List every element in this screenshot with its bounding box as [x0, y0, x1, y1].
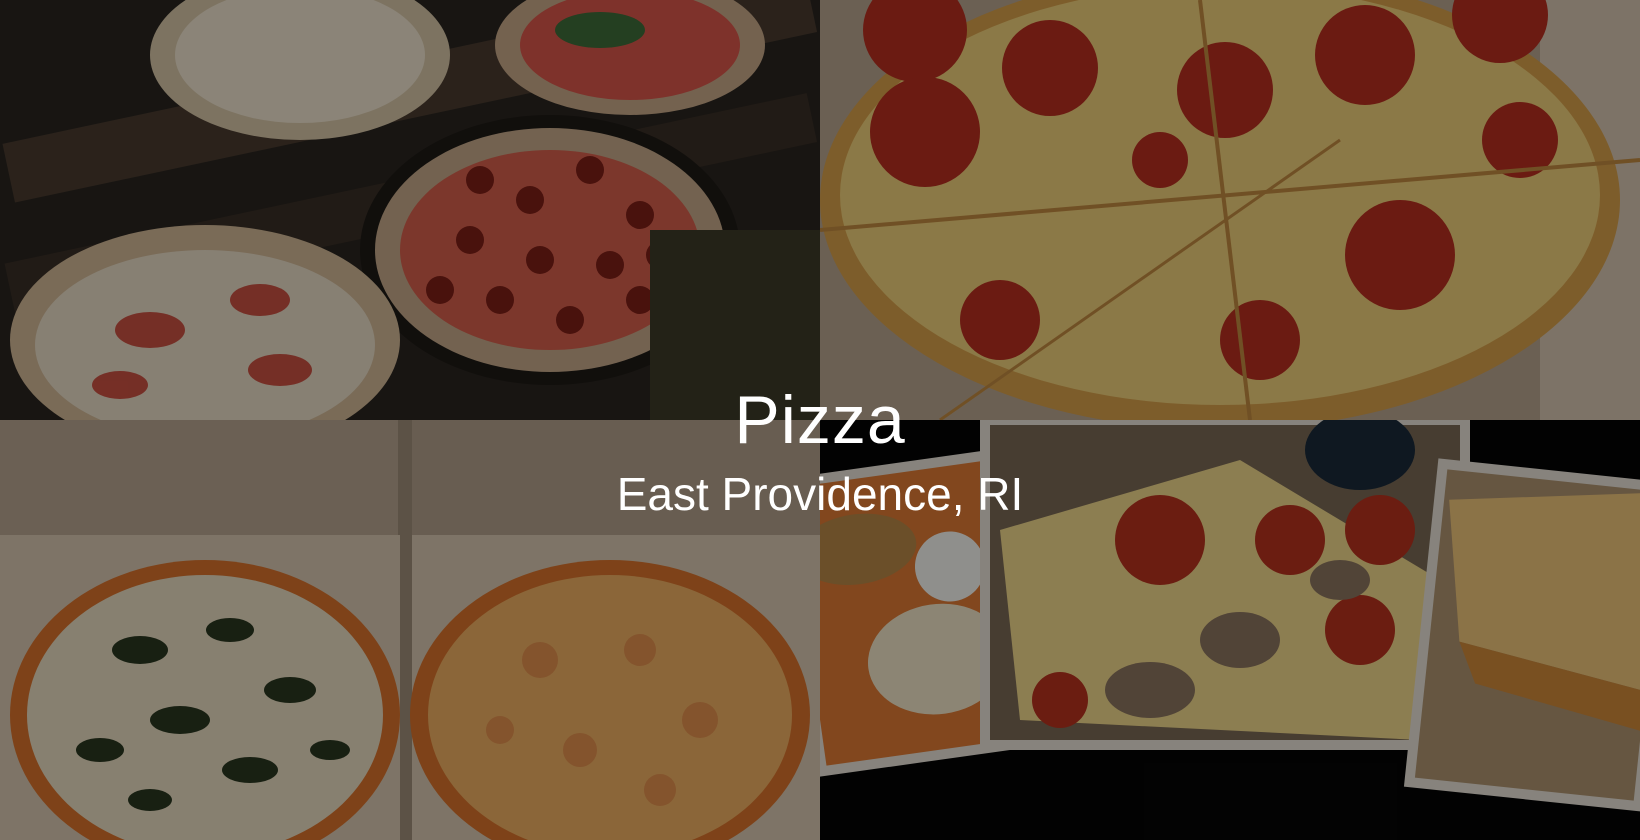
page-title: Pizza [734, 382, 906, 458]
hero-title-block: Pizza East Providence, RI [0, 380, 1640, 522]
hero-banner: Pizza East Providence, RI [0, 0, 1640, 840]
location-subtitle: East Providence, RI [616, 468, 1024, 520]
